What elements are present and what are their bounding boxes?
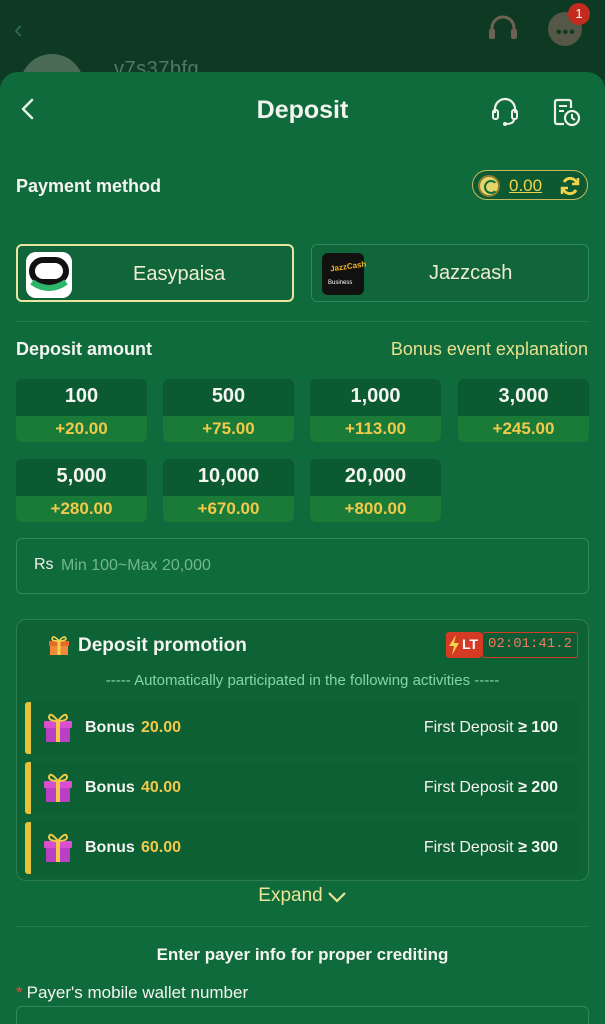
rupee-coin-icon xyxy=(478,175,500,197)
background-headset-icon xyxy=(489,15,517,39)
promotion-row: Bonus 20.00 First Deposit ≥ 100 xyxy=(25,702,578,754)
amount-option-500[interactable]: 500 +75.00 xyxy=(163,379,294,442)
background-chat-dots: ••• xyxy=(556,24,576,41)
promotion-title: Deposit promotion xyxy=(78,635,247,656)
wallet-number-input[interactable] xyxy=(16,1006,589,1024)
chevron-down-icon xyxy=(327,892,346,903)
balance-amount: 0.00 xyxy=(509,176,543,195)
required-asterisk: * xyxy=(16,983,23,1002)
bonus-value: 60.00 xyxy=(141,839,182,856)
amount-option-5000[interactable]: 5,000 +280.00 xyxy=(16,459,147,522)
countdown-timer: 02:01:41.2 xyxy=(482,632,578,658)
amount-option-1000[interactable]: 1,000 +113.00 xyxy=(310,379,441,442)
amount-option-10000[interactable]: 10,000 +670.00 xyxy=(163,459,294,522)
amount-input-box: Rs xyxy=(16,538,589,594)
expand-button[interactable]: Expand xyxy=(0,885,605,907)
background-back-icon: ‹ xyxy=(14,14,23,44)
currency-label: Rs xyxy=(34,556,54,573)
promotion-row: Bonus 40.00 First Deposit ≥ 200 xyxy=(25,762,578,814)
amount-input[interactable] xyxy=(61,553,561,579)
auto-participation-text: ----- Automatically participated in the … xyxy=(105,672,500,689)
payment-method-label: Payment method xyxy=(16,176,162,196)
gift-box-icon xyxy=(44,773,72,802)
gift-icon xyxy=(49,636,69,655)
jazzcash-logo: JazzCash Business xyxy=(322,253,367,295)
row-accent-bar xyxy=(25,822,31,874)
bonus-event-explanation-link[interactable]: Bonus event explanation xyxy=(391,339,588,360)
deposit-sheet: Deposit Payment method 0.00 Easypaisa Ja… xyxy=(0,72,605,1024)
limited-time-badge: LT xyxy=(446,632,482,658)
divider xyxy=(16,926,589,927)
balance-pill: 0.00 xyxy=(472,170,588,200)
sheet-header: Deposit xyxy=(0,72,605,152)
payment-option-jazzcash[interactable]: JazzCash Business Jazzcash xyxy=(311,244,589,302)
deposit-history-icon[interactable] xyxy=(551,96,581,128)
deposit-promotion-panel: Deposit promotion LT 02:01:41.2 ----- Au… xyxy=(16,619,589,881)
deposit-condition: First Deposit ≥ 300 xyxy=(423,839,558,856)
payment-option-label: Jazzcash xyxy=(429,262,513,284)
wallet-number-label: * Payer's mobile wallet number xyxy=(16,983,249,1002)
background-chat-badge: 1 xyxy=(568,3,590,25)
amount-option-20000[interactable]: 20,000 +800.00 xyxy=(310,459,441,522)
deposit-condition: First Deposit ≥ 100 xyxy=(423,719,558,736)
deposit-condition: First Deposit ≥ 200 xyxy=(423,779,558,796)
payment-option-easypaisa[interactable]: Easypaisa xyxy=(16,244,294,302)
bonus-value: 20.00 xyxy=(141,719,182,736)
lightning-icon xyxy=(449,635,459,655)
amount-option-3000[interactable]: 3,000 +245.00 xyxy=(458,379,589,442)
customer-support-icon[interactable] xyxy=(490,96,520,128)
amount-option-100[interactable]: 100 +20.00 xyxy=(16,379,147,442)
easypaisa-logo xyxy=(26,252,72,298)
bonus-value: 40.00 xyxy=(141,779,182,796)
promotion-row: Bonus 60.00 First Deposit ≥ 300 xyxy=(25,822,578,874)
deposit-amount-label: Deposit amount xyxy=(16,339,153,359)
row-accent-bar xyxy=(25,702,31,754)
gift-box-icon xyxy=(44,713,72,742)
refresh-icon[interactable] xyxy=(558,174,582,198)
payer-info-heading: Enter payer info for proper crediting xyxy=(156,945,449,964)
expand-label: Expand xyxy=(258,885,323,906)
row-accent-bar xyxy=(25,762,31,814)
payment-option-label: Easypaisa xyxy=(133,263,226,285)
divider xyxy=(16,321,589,322)
gift-box-icon xyxy=(44,833,72,862)
